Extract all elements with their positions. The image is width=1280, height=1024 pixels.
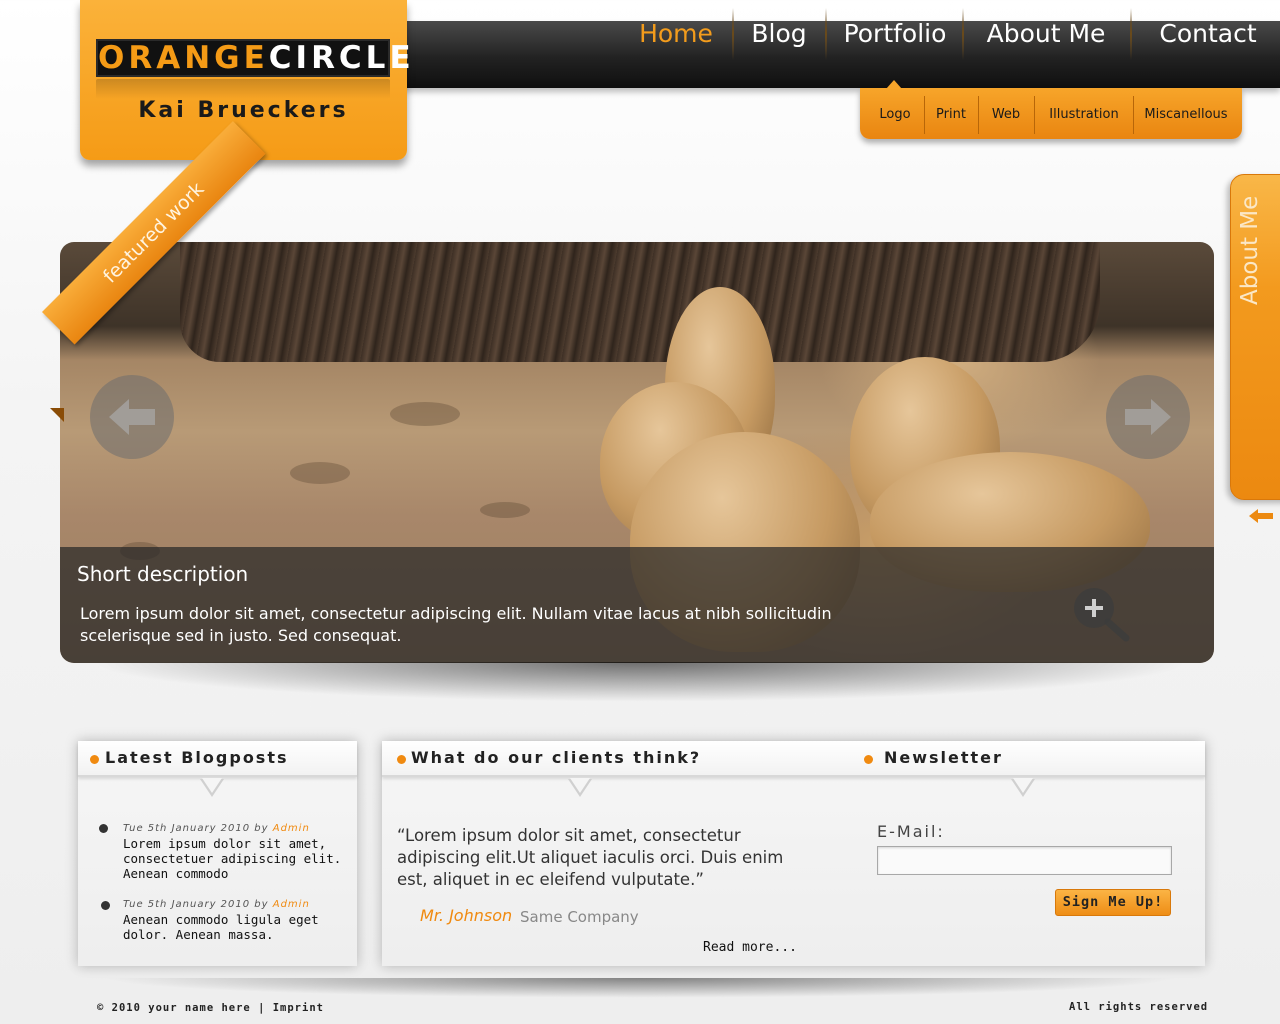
post-excerpt[interactable]: Lorem ipsum dolor sit amet, consectetuer… [123,836,343,881]
bullet-dot-icon [864,755,873,764]
logo-reflection [96,79,390,99]
ribbon-fold [50,408,64,422]
header-notch [1013,778,1033,793]
nav-home[interactable]: Home [626,0,726,67]
post-date: Tue 5th January 2010 by [123,823,273,834]
post-meta: Tue 5th January 2010 by Admin [123,823,310,834]
logo-part-orange: ORANGE [98,40,269,76]
imprint-link[interactable]: Imprint [273,1002,324,1014]
slider-next-button[interactable] [1106,375,1190,459]
nav-portfolio[interactable]: Portfolio [832,0,958,67]
slider-prev-button[interactable] [90,375,174,459]
nav-separator [825,8,827,60]
photo-texture [290,462,350,484]
logo: ORANGECIRCLE [96,39,411,77]
subnav-separator [924,96,925,134]
email-field[interactable] [877,846,1172,875]
newsletter-title: Newsletter [884,748,1003,767]
nav-separator [1130,8,1132,60]
slide-caption-title: Short description [77,562,249,586]
header-notch [570,778,590,793]
quote-author: Mr. Johnson [420,906,513,925]
photo-log [180,242,1100,362]
photo-texture [390,402,460,426]
nav-separator [962,8,964,60]
owner-name: Kai Brueckers [138,98,349,123]
footer-rights: All rights reserved [1069,1001,1209,1013]
sign-up-button[interactable]: Sign Me Up! [1055,889,1171,916]
header-notch [202,778,222,793]
post-excerpt[interactable]: Aenean commodo ligula eget dolor. Aenean… [123,912,343,942]
subnav-separator [978,96,979,134]
subnav-print[interactable]: Print [926,88,976,139]
post-author-link[interactable]: Admin [273,899,310,910]
nav-blog[interactable]: Blog [738,0,820,67]
quote-company: Same Company [520,908,639,926]
read-more-link[interactable]: Read more... [703,940,797,955]
slide-caption-text: Lorem ipsum dolor sit amet, consectetur … [80,604,832,645]
side-tab-label: About Me [1237,195,1263,305]
bullet-dot-icon [90,755,99,764]
logo-part-circle: CIRCLE [268,40,415,76]
subnav-web[interactable]: Web [980,88,1032,139]
post-meta: Tue 5th January 2010 by Admin [123,899,310,910]
arrow-right-icon [1125,399,1171,435]
subnav-logo[interactable]: Logo [868,88,922,139]
arrow-left-icon [109,399,155,435]
nav-about-me[interactable]: About Me [968,0,1124,67]
panel-shadow [100,978,1180,998]
client-quote: “Lorem ipsum dolor sit amet, consectetur… [397,826,784,889]
email-label: E-Mail: [877,822,945,841]
bullet-dot-icon [101,901,110,910]
arrow-left-icon[interactable] [1249,508,1273,524]
subnav-miscanellous[interactable]: Miscanellous [1134,88,1238,139]
photo-texture [480,502,530,518]
subnav-illustration[interactable]: Illustration [1036,88,1132,139]
post-date: Tue 5th January 2010 by [123,899,273,910]
nav-separator [732,8,734,60]
blog-panel-title: Latest Blogposts [105,748,289,767]
footer-copyright: © 2010 your name here | Imprint [97,1002,324,1014]
slider-shadow [90,662,1190,702]
copyright-text: © 2010 your name here | [97,1002,273,1014]
nav-contact[interactable]: Contact [1140,0,1276,67]
clients-panel-title: What do our clients think? [411,748,702,767]
post-author-link[interactable]: Admin [273,823,310,834]
bullet-dot-icon [397,755,406,764]
bullet-dot-icon [99,824,108,833]
subnav-separator [1034,96,1035,134]
zoom-in-icon[interactable] [1070,588,1130,642]
